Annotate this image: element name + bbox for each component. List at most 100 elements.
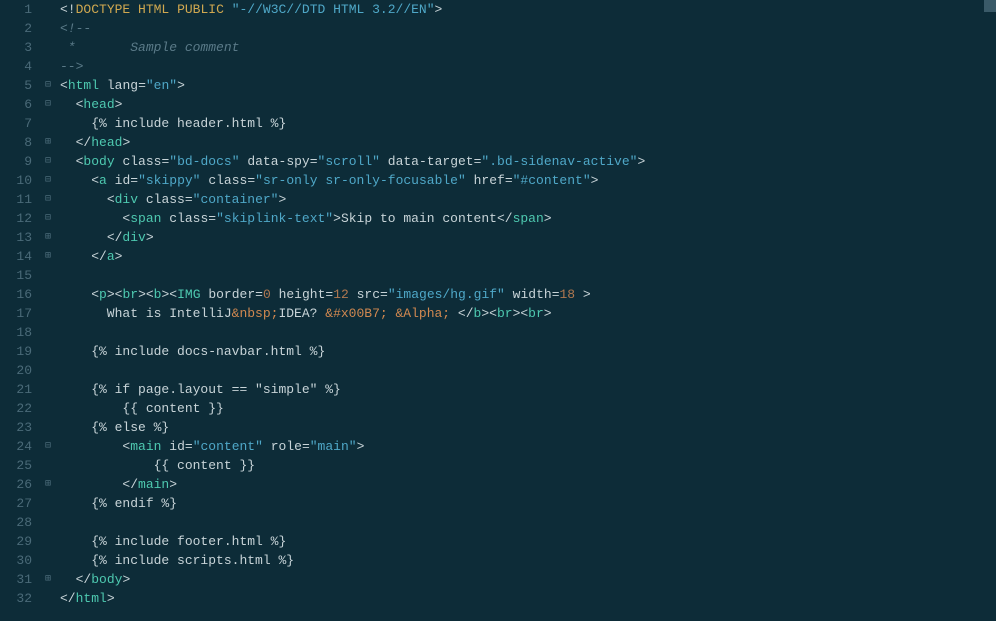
line-number: 12 xyxy=(0,209,32,228)
line-number: 14 xyxy=(0,247,32,266)
fold-marker xyxy=(40,323,56,342)
code-line[interactable]: </main> xyxy=(60,475,996,494)
code-line[interactable]: What is IntelliJ&nbsp;IDEA? &#x00B7; &Al… xyxy=(60,304,996,323)
code-line[interactable]: {% else %} xyxy=(60,418,996,437)
code-area[interactable]: <!DOCTYPE HTML PUBLIC "-//W3C//DTD HTML … xyxy=(56,0,996,621)
fold-marker[interactable]: ⊞ xyxy=(40,247,56,266)
fold-marker[interactable]: ⊞ xyxy=(40,570,56,589)
line-number: 28 xyxy=(0,513,32,532)
fold-marker xyxy=(40,589,56,608)
fold-marker[interactable]: ⊟ xyxy=(40,171,56,190)
line-number: 1 xyxy=(0,0,32,19)
code-line[interactable]: <a id="skippy" class="sr-only sr-only-fo… xyxy=(60,171,996,190)
fold-marker xyxy=(40,418,56,437)
code-line[interactable]: {% include scripts.html %} xyxy=(60,551,996,570)
code-line[interactable]: * Sample comment xyxy=(60,38,996,57)
vertical-scrollbar[interactable] xyxy=(984,0,996,621)
line-number: 2 xyxy=(0,19,32,38)
fold-marker xyxy=(40,513,56,532)
fold-marker xyxy=(40,304,56,323)
line-number: 19 xyxy=(0,342,32,361)
line-number: 11 xyxy=(0,190,32,209)
line-number: 15 xyxy=(0,266,32,285)
fold-marker xyxy=(40,19,56,38)
code-line[interactable]: <main id="content" role="main"> xyxy=(60,437,996,456)
line-number: 30 xyxy=(0,551,32,570)
code-line[interactable] xyxy=(60,323,996,342)
line-number: 23 xyxy=(0,418,32,437)
fold-marker xyxy=(40,285,56,304)
fold-marker[interactable]: ⊞ xyxy=(40,228,56,247)
line-number: 13 xyxy=(0,228,32,247)
fold-marker xyxy=(40,57,56,76)
code-line[interactable] xyxy=(60,266,996,285)
line-number: 4 xyxy=(0,57,32,76)
code-line[interactable]: <html lang="en"> xyxy=(60,76,996,95)
code-line[interactable] xyxy=(60,361,996,380)
fold-marker xyxy=(40,456,56,475)
fold-column[interactable]: ⊟⊟⊞⊟⊟⊟⊟⊞⊞⊟⊞⊞ xyxy=(40,0,56,621)
code-line[interactable]: {% include footer.html %} xyxy=(60,532,996,551)
line-number: 3 xyxy=(0,38,32,57)
line-number: 26 xyxy=(0,475,32,494)
code-line[interactable]: <body class="bd-docs" data-spy="scroll" … xyxy=(60,152,996,171)
scrollbar-thumb[interactable] xyxy=(984,0,996,12)
line-number: 32 xyxy=(0,589,32,608)
fold-marker xyxy=(40,0,56,19)
line-number: 8 xyxy=(0,133,32,152)
line-number: 24 xyxy=(0,437,32,456)
code-line[interactable]: {{ content }} xyxy=(60,456,996,475)
code-line[interactable]: </div> xyxy=(60,228,996,247)
code-line[interactable]: <span class="skiplink-text">Skip to main… xyxy=(60,209,996,228)
fold-marker xyxy=(40,342,56,361)
fold-marker[interactable]: ⊟ xyxy=(40,76,56,95)
line-number: 31 xyxy=(0,570,32,589)
code-line[interactable]: </a> xyxy=(60,247,996,266)
fold-marker xyxy=(40,532,56,551)
code-line[interactable]: </body> xyxy=(60,570,996,589)
code-line[interactable]: <head> xyxy=(60,95,996,114)
fold-marker xyxy=(40,38,56,57)
code-line[interactable]: </html> xyxy=(60,589,996,608)
code-line[interactable]: {% include docs-navbar.html %} xyxy=(60,342,996,361)
fold-marker[interactable]: ⊟ xyxy=(40,95,56,114)
line-number: 16 xyxy=(0,285,32,304)
line-number: 17 xyxy=(0,304,32,323)
fold-marker[interactable]: ⊟ xyxy=(40,437,56,456)
code-line[interactable]: </head> xyxy=(60,133,996,152)
line-number-gutter: 1234567891011121314151617181920212223242… xyxy=(0,0,40,621)
code-line[interactable]: --> xyxy=(60,57,996,76)
fold-marker[interactable]: ⊞ xyxy=(40,475,56,494)
line-number: 5 xyxy=(0,76,32,95)
code-line[interactable]: <!DOCTYPE HTML PUBLIC "-//W3C//DTD HTML … xyxy=(60,0,996,19)
code-line[interactable] xyxy=(60,513,996,532)
line-number: 18 xyxy=(0,323,32,342)
fold-marker xyxy=(40,266,56,285)
fold-marker[interactable]: ⊞ xyxy=(40,133,56,152)
code-line[interactable]: {{ content }} xyxy=(60,399,996,418)
fold-marker[interactable]: ⊟ xyxy=(40,190,56,209)
line-number: 9 xyxy=(0,152,32,171)
line-number: 21 xyxy=(0,380,32,399)
fold-marker xyxy=(40,361,56,380)
fold-marker xyxy=(40,494,56,513)
line-number: 29 xyxy=(0,532,32,551)
line-number: 10 xyxy=(0,171,32,190)
code-line[interactable]: <p><br><b><IMG border=0 height=12 src="i… xyxy=(60,285,996,304)
line-number: 25 xyxy=(0,456,32,475)
line-number: 22 xyxy=(0,399,32,418)
fold-marker xyxy=(40,551,56,570)
code-line[interactable]: {% if page.layout == "simple" %} xyxy=(60,380,996,399)
code-line[interactable]: <!-- xyxy=(60,19,996,38)
fold-marker[interactable]: ⊟ xyxy=(40,152,56,171)
fold-marker[interactable]: ⊟ xyxy=(40,209,56,228)
line-number: 20 xyxy=(0,361,32,380)
code-line[interactable]: {% endif %} xyxy=(60,494,996,513)
line-number: 27 xyxy=(0,494,32,513)
line-number: 6 xyxy=(0,95,32,114)
code-line[interactable]: <div class="container"> xyxy=(60,190,996,209)
line-number: 7 xyxy=(0,114,32,133)
fold-marker xyxy=(40,399,56,418)
code-line[interactable]: {% include header.html %} xyxy=(60,114,996,133)
code-editor[interactable]: 1234567891011121314151617181920212223242… xyxy=(0,0,996,621)
